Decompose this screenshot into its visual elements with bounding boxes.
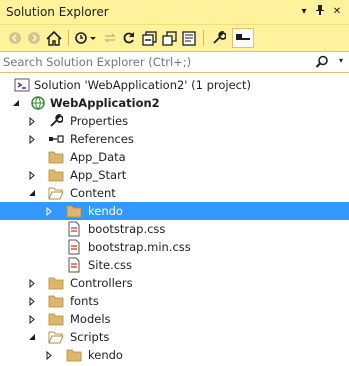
tree-item-app-data[interactable]: App_Data	[0, 148, 349, 166]
tree-item-label: Site.css	[88, 258, 133, 272]
home-icon[interactable]	[45, 29, 63, 47]
tree-item-scripts-kendo[interactable]: kendo	[0, 346, 349, 364]
folder-open-icon	[48, 329, 64, 345]
tree-item-models[interactable]: Models	[0, 310, 349, 328]
wrench-icon	[48, 113, 64, 129]
toolbar	[0, 24, 349, 51]
tree-item-label: bootstrap.css	[88, 222, 166, 236]
tree-item-content[interactable]: Content	[0, 184, 349, 202]
refresh-icon[interactable]	[120, 29, 138, 47]
sync-with-active-document-icon[interactable]	[101, 29, 119, 47]
web-project-icon	[30, 95, 46, 111]
tree-item-label: Properties	[70, 114, 129, 128]
tree-item-content-kendo[interactable]: kendo	[0, 202, 349, 220]
css-file-icon	[66, 239, 82, 255]
window-menu-dropdown-icon[interactable]: ▾	[297, 4, 311, 20]
collapsed-arrow-icon[interactable]	[27, 130, 37, 148]
collapsed-arrow-icon[interactable]	[27, 112, 37, 130]
collapse-all-icon[interactable]	[140, 29, 158, 47]
references-icon	[48, 131, 64, 147]
solution-icon	[14, 77, 30, 93]
tree-item-label: References	[70, 132, 134, 146]
folder-open-icon	[48, 185, 64, 201]
collapsed-arrow-icon[interactable]	[44, 346, 54, 364]
expanded-arrow-icon[interactable]	[27, 328, 37, 346]
tree-item-scripts[interactable]: Scripts	[0, 328, 349, 346]
folder-icon	[48, 275, 64, 291]
tree-item-label: App_Start	[70, 168, 127, 182]
title-bar: Solution Explorer ▾ ✕	[0, 0, 349, 24]
forward-icon[interactable]	[25, 29, 43, 47]
css-file-icon	[66, 221, 82, 237]
properties-icon[interactable]	[210, 29, 228, 47]
tree-item-app-start[interactable]: App_Start	[0, 166, 349, 184]
pending-changes-filter-icon[interactable]	[74, 29, 98, 47]
window-title: Solution Explorer	[6, 5, 109, 19]
folder-icon	[48, 311, 64, 327]
back-icon[interactable]	[6, 29, 24, 47]
tree-item-bootstrap-css[interactable]: bootstrap.css	[0, 220, 349, 238]
css-file-icon	[66, 257, 82, 273]
preview-selected-items-icon[interactable]	[232, 28, 254, 48]
tree-item-label: Controllers	[70, 276, 133, 290]
search-bar: ▾	[0, 51, 349, 73]
collapsed-arrow-icon[interactable]	[44, 202, 54, 220]
tree-item-bootstrap-min-css[interactable]: bootstrap.min.css	[0, 238, 349, 256]
tree-item-label: Content	[70, 186, 116, 200]
search-options-dropdown-icon[interactable]: ▾	[339, 56, 343, 65]
tree-item-label: Scripts	[70, 330, 110, 344]
tree-item-solution[interactable]: Solution 'WebApplication2' (1 project)	[0, 76, 349, 94]
search-input[interactable]	[3, 54, 303, 70]
collapsed-arrow-icon[interactable]	[27, 292, 37, 310]
expanded-arrow-icon[interactable]	[11, 94, 21, 112]
tree-item-project[interactable]: WebApplication2	[0, 94, 349, 112]
tree-item-references[interactable]: References	[0, 130, 349, 148]
show-all-files-icon[interactable]	[160, 29, 178, 47]
tree-item-label: App_Data	[70, 150, 126, 164]
collapsed-arrow-icon[interactable]	[27, 310, 37, 328]
tree-item-label: WebApplication2	[50, 96, 160, 110]
tree-item-properties[interactable]: Properties	[0, 112, 349, 130]
tree-item-fonts[interactable]: fonts	[0, 292, 349, 310]
close-icon[interactable]: ✕	[330, 4, 344, 20]
folder-icon	[48, 167, 64, 183]
collapsed-arrow-icon[interactable]	[27, 166, 37, 184]
folder-icon	[48, 149, 64, 165]
tree-item-label: Models	[70, 312, 111, 326]
tree-item-label: kendo	[88, 348, 123, 362]
pin-icon[interactable]	[313, 4, 327, 20]
expanded-arrow-icon[interactable]	[27, 184, 37, 202]
view-code-icon[interactable]	[180, 29, 198, 47]
tree-item-label: bootstrap.min.css	[88, 240, 191, 254]
search-icon[interactable]	[315, 55, 329, 72]
tree-item-label: kendo	[88, 204, 123, 218]
tree-item-controllers[interactable]: Controllers	[0, 274, 349, 292]
tree-item-label: Solution 'WebApplication2' (1 project)	[34, 78, 251, 92]
folder-icon	[66, 203, 82, 219]
folder-icon	[48, 293, 64, 309]
tree-item-site-css[interactable]: Site.css	[0, 256, 349, 274]
tree-item-label: fonts	[70, 294, 99, 308]
folder-icon	[66, 347, 82, 363]
collapsed-arrow-icon[interactable]	[27, 274, 37, 292]
